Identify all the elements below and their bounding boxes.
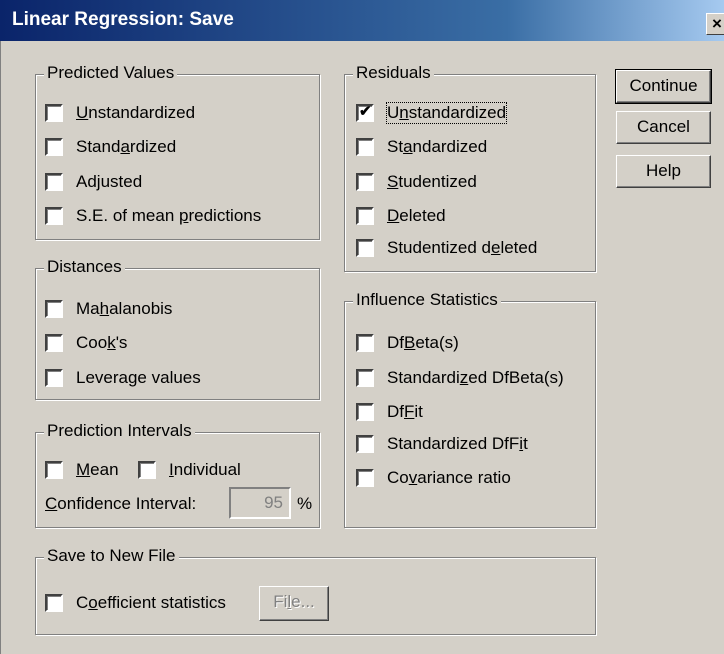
checkbox-label: Studentized (387, 172, 477, 191)
checkbox[interactable] (356, 334, 374, 352)
checkbox-label: Covariance ratio (387, 468, 511, 487)
checkbox[interactable] (356, 138, 374, 156)
checkbox-label: Standardized DfBeta(s) (387, 368, 564, 387)
checkbox[interactable] (45, 173, 63, 191)
checkmark-icon: ✔ (359, 103, 372, 120)
checkbox-label: DfBeta(s) (387, 333, 459, 352)
help-button[interactable]: Help (616, 155, 711, 188)
checkbox-label: Standardized (76, 137, 177, 156)
checkbox-label: S.E. of mean predictions (76, 206, 262, 225)
checkbox[interactable] (356, 173, 374, 191)
checkbox[interactable] (45, 594, 63, 612)
checkbox-checked[interactable]: ✔ (356, 103, 374, 122)
checkbox-label: Leverage values (76, 368, 201, 387)
checkbox[interactable] (45, 207, 63, 225)
checkbox[interactable] (356, 207, 374, 225)
prediction-intervals-legend: Prediction Intervals (44, 421, 195, 441)
predicted-values-legend: Predicted Values (44, 63, 178, 83)
save-to-new-file-legend: Save to New File (44, 546, 179, 566)
checkbox-label: Deleted (387, 206, 446, 225)
title-bar: Linear Regression: Save × (0, 0, 724, 41)
window-frame (0, 41, 5, 654)
influence-statistics-group: Influence Statistics (344, 290, 596, 528)
confidence-interval-label: Confidence Interval: (45, 494, 197, 513)
influence-statistics-legend: Influence Statistics (353, 290, 501, 310)
residuals-legend: Residuals (353, 63, 434, 83)
checkbox-label: Coefficient statistics (76, 593, 226, 612)
checkbox[interactable] (45, 138, 63, 156)
checkbox-label: Mahalanobis (76, 299, 173, 318)
checkbox[interactable] (45, 300, 63, 318)
continue-button[interactable]: Continue (615, 69, 712, 104)
confidence-interval-field[interactable]: 95 (229, 487, 291, 519)
checkbox[interactable] (138, 461, 156, 479)
window-title: Linear Regression: Save (12, 9, 234, 30)
checkbox[interactable] (356, 469, 374, 487)
checkbox-label: Standardized DfFit (387, 434, 528, 453)
checkbox[interactable] (356, 369, 374, 387)
checkbox[interactable] (356, 239, 374, 257)
distances-legend: Distances (44, 257, 125, 277)
cancel-button[interactable]: Cancel (616, 111, 711, 144)
close-button[interactable]: × (706, 13, 724, 35)
file-button[interactable]: File... (259, 586, 329, 621)
percent-sign: % (297, 494, 313, 513)
checkbox-label: DfFit (387, 402, 423, 421)
checkbox-label: Cook's (76, 333, 128, 352)
checkbox[interactable] (45, 104, 63, 122)
checkbox[interactable] (45, 334, 63, 352)
checkbox-label: Adjusted (76, 172, 143, 191)
checkbox[interactable] (356, 403, 374, 421)
checkbox[interactable] (45, 461, 63, 479)
checkbox-label: Individual (169, 460, 241, 479)
close-icon: × (712, 14, 722, 33)
checkbox-label: Unstandardized (76, 103, 196, 122)
checkbox-label: Studentized deleted (387, 238, 538, 257)
checkbox[interactable] (45, 369, 63, 387)
checkbox[interactable] (356, 435, 374, 453)
checkbox-label: Standardized (387, 137, 488, 156)
checkbox-label: Unstandardized (385, 102, 508, 124)
checkbox-label: Mean (76, 460, 119, 479)
